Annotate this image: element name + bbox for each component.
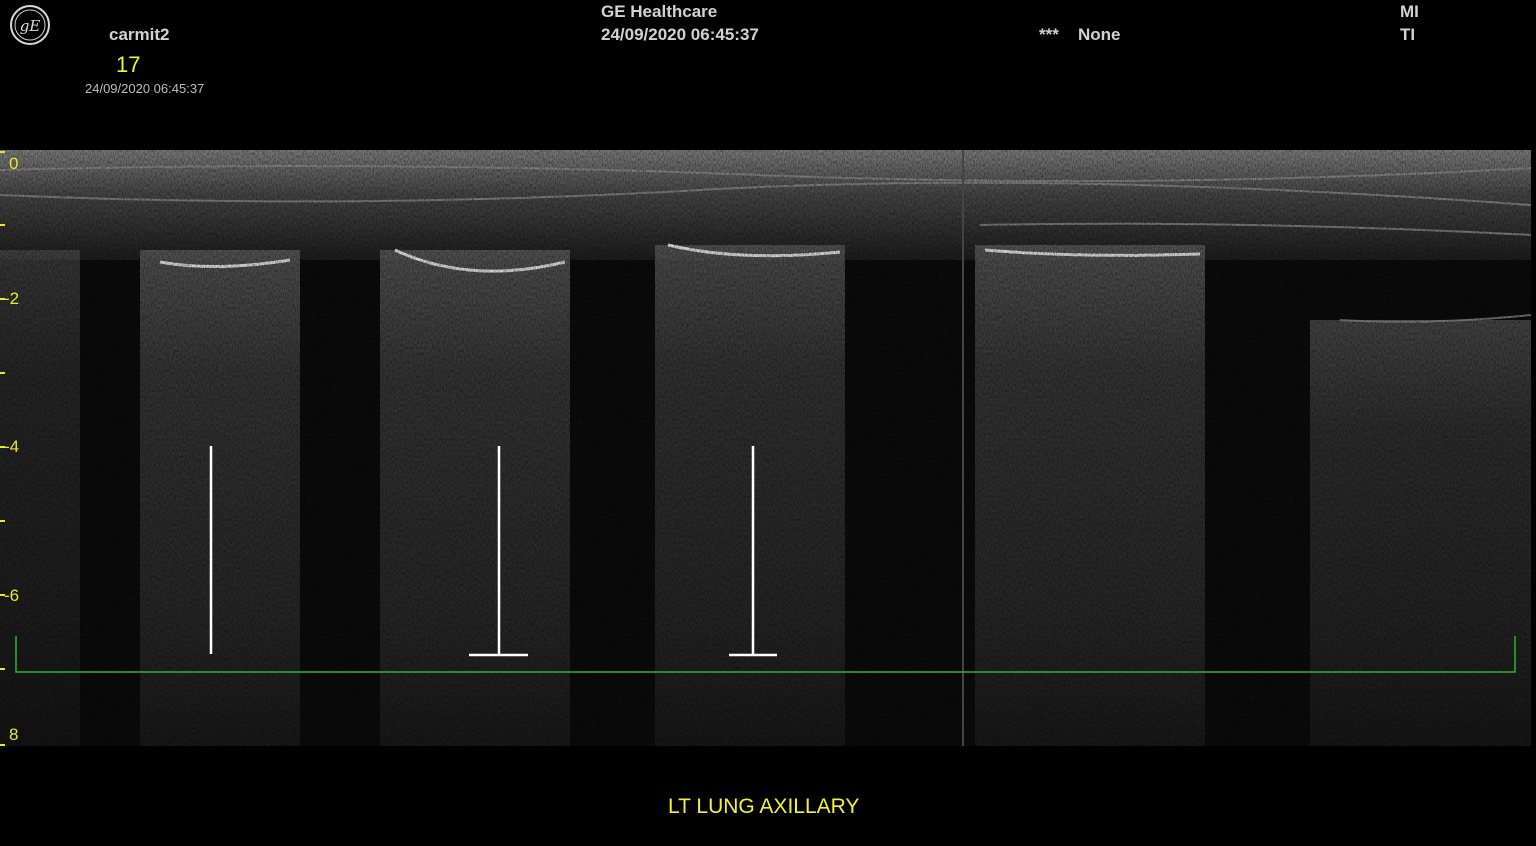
depth-label: 0 (9, 154, 19, 173)
depth-tick (0, 372, 5, 374)
ultrasound-image[interactable] (0, 150, 1531, 746)
exam-timestamp: 24/09/2020 06:45:37 (601, 25, 759, 44)
frame-number: 17 (116, 52, 141, 77)
svg-text:gE: gE (20, 17, 41, 35)
depth-tick (0, 224, 5, 226)
depth-tick (0, 151, 5, 153)
scan-location-caption: LT LUNG AXILLARY (668, 795, 860, 818)
depth-tick (0, 744, 5, 746)
operator-name: carmit2 (109, 25, 170, 44)
depth-label: -2 (4, 289, 20, 308)
depth-label: 8 (9, 725, 19, 744)
image-timestamp: 24/09/2020 06:45:37 (85, 81, 205, 96)
depth-label: -6 (4, 586, 20, 605)
depth-tick (0, 668, 5, 670)
depth-tick (0, 520, 5, 522)
manufacturer-label: GE Healthcare (601, 2, 718, 21)
depth-label: -4 (4, 437, 20, 456)
ti-label: TI (1400, 25, 1416, 44)
mi-label: MI (1400, 2, 1419, 21)
preset-value: None (1078, 25, 1121, 44)
ge-logo-icon: gE (10, 5, 50, 45)
preset-marker: *** (1039, 25, 1059, 44)
